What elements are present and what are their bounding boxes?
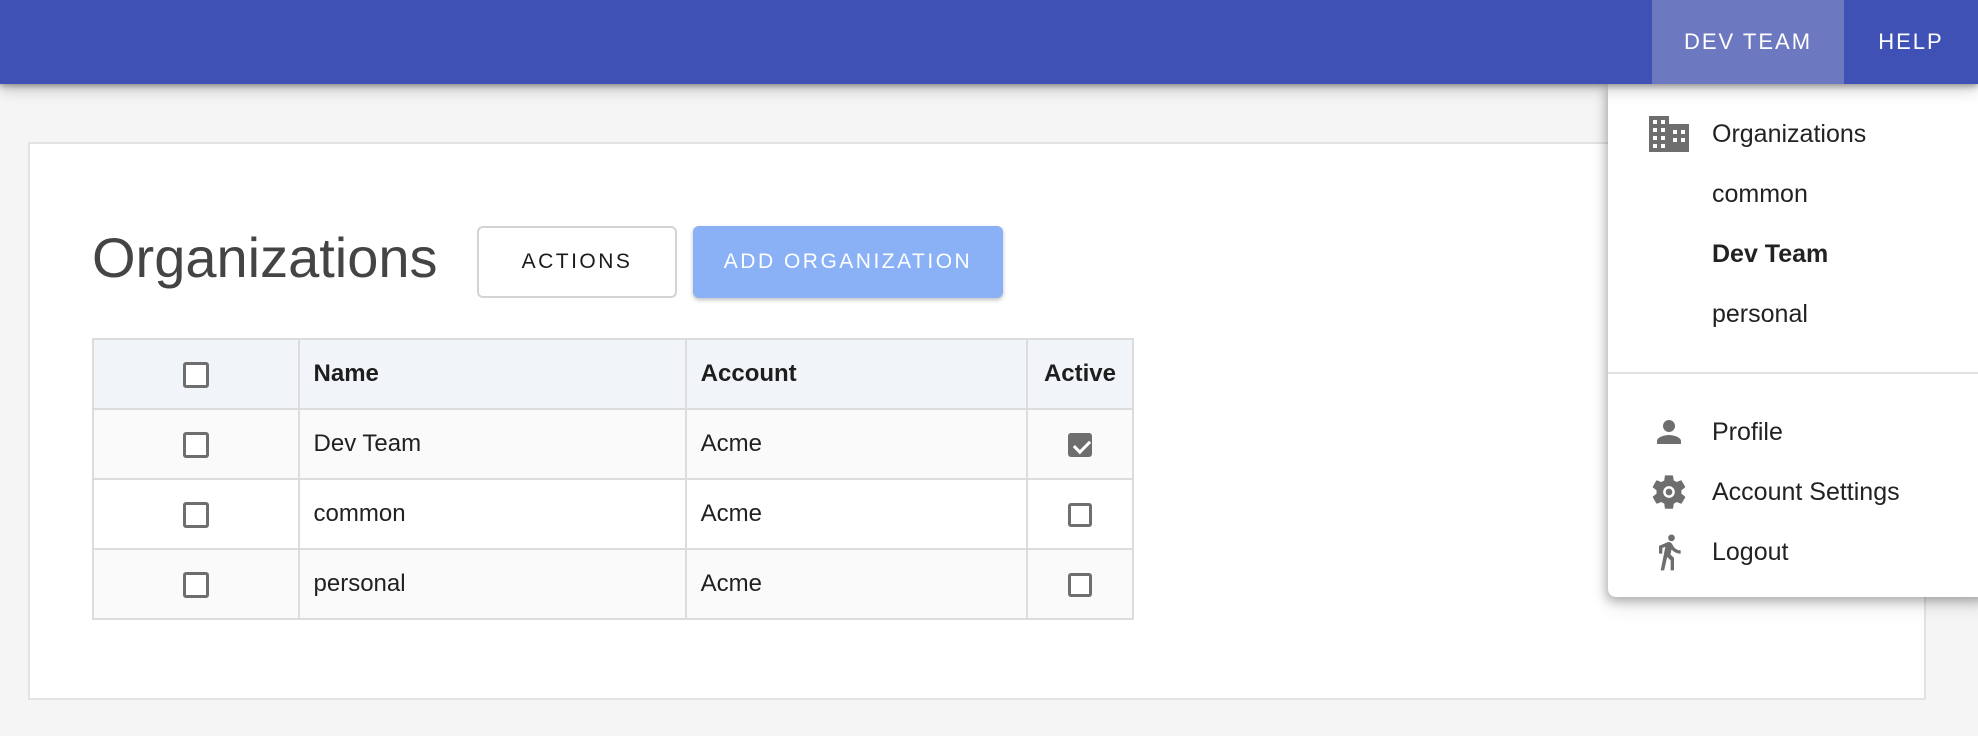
menu-profile-label: Profile <box>1712 417 1783 446</box>
row-select-cell <box>92 478 300 550</box>
menu-item-org-personal[interactable]: personal <box>1608 284 1978 344</box>
account-dropdown-menu: Organizations common Dev Team personal P… <box>1608 84 1978 597</box>
row-select-cell <box>92 408 300 480</box>
cell-name: common <box>297 478 687 550</box>
select-all-checkbox[interactable] <box>182 361 209 388</box>
gear-icon <box>1648 471 1690 513</box>
active-checkbox[interactable] <box>1067 432 1092 457</box>
column-header-account[interactable]: Account <box>684 338 1028 410</box>
row-select-checkbox[interactable] <box>182 571 209 598</box>
row-select-checkbox[interactable] <box>182 431 209 458</box>
cell-active <box>1025 408 1135 480</box>
cell-account: Acme <box>684 548 1028 620</box>
menu-organizations-label: Organizations <box>1712 119 1867 148</box>
active-checkbox[interactable] <box>1067 572 1092 597</box>
menu-divider <box>1608 372 1978 374</box>
menu-account-settings-label: Account Settings <box>1712 477 1900 506</box>
table-row[interactable]: Dev Team Acme <box>92 408 1135 480</box>
menu-org-label-current: Dev Team <box>1712 239 1829 268</box>
app-bar: DEV TEAM HELP <box>0 0 1978 84</box>
nav-dev-team-button[interactable]: DEV TEAM <box>1652 0 1844 84</box>
menu-item-profile[interactable]: Profile <box>1608 402 1978 462</box>
select-all-header <box>92 338 300 410</box>
menu-item-org-dev-team[interactable]: Dev Team <box>1608 224 1978 284</box>
page-title: Organizations <box>92 226 438 289</box>
row-select-cell <box>92 548 300 620</box>
cell-name: Dev Team <box>297 408 687 480</box>
menu-item-account-settings[interactable]: Account Settings <box>1608 462 1978 522</box>
column-header-name[interactable]: Name <box>297 338 687 410</box>
actions-button[interactable]: ACTIONS <box>477 226 677 298</box>
menu-logout-label: Logout <box>1712 537 1789 566</box>
column-header-active[interactable]: Active <box>1025 338 1135 410</box>
building-icon <box>1648 113 1690 155</box>
menu-item-logout[interactable]: Logout <box>1608 522 1978 582</box>
menu-org-label: common <box>1712 179 1808 208</box>
row-select-checkbox[interactable] <box>182 501 209 528</box>
menu-org-label: personal <box>1712 299 1808 328</box>
menu-item-organizations[interactable]: Organizations <box>1608 104 1978 164</box>
active-checkbox[interactable] <box>1067 502 1092 527</box>
table-header-row: Name Account Active <box>92 338 1135 410</box>
table-row[interactable]: common Acme <box>92 478 1135 550</box>
cell-active <box>1025 548 1135 620</box>
add-organization-button[interactable]: ADD ORGANIZATION <box>693 226 1003 298</box>
cell-account: Acme <box>684 478 1028 550</box>
menu-item-org-common[interactable]: common <box>1608 164 1978 224</box>
cell-account: Acme <box>684 408 1028 480</box>
cell-active <box>1025 478 1135 550</box>
running-person-icon <box>1648 531 1690 573</box>
cell-name: personal <box>297 548 687 620</box>
organizations-table: Name Account Active Dev Team Acme common… <box>92 338 1135 620</box>
nav-help-button[interactable]: HELP <box>1844 0 1978 84</box>
person-icon <box>1648 411 1690 453</box>
table-row[interactable]: personal Acme <box>92 548 1135 620</box>
